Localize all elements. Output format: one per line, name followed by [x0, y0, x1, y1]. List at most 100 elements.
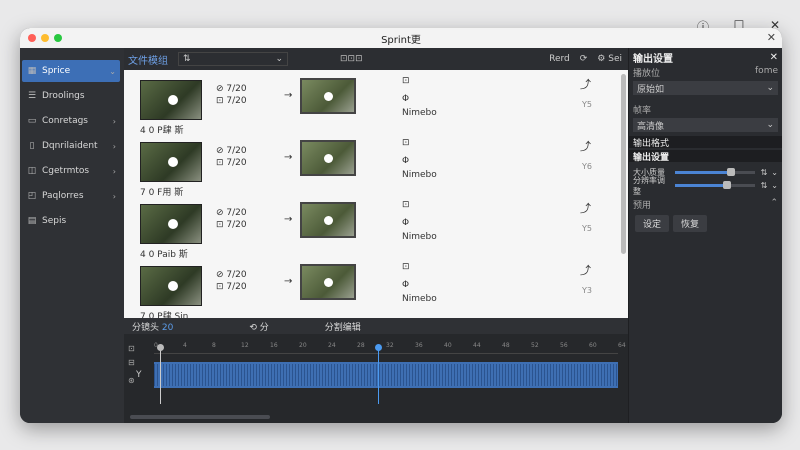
sub-label: 播放位	[633, 69, 661, 79]
presets-header: 预用 ⌃	[629, 198, 782, 211]
share-icon[interactable]: ⤴	[580, 200, 591, 216]
slider-knob[interactable]	[722, 181, 731, 189]
ruler-tick: 4	[183, 342, 187, 349]
traffic-lights	[28, 34, 62, 42]
timeline-scrollbar[interactable]	[130, 415, 270, 419]
list-item[interactable]: 4 0 Paib 斯 ⊘ 7/20 ⊡ 7/20 → ⊡ Φ Nimebo ⤴ …	[124, 198, 614, 260]
play-icon	[324, 278, 333, 287]
in-point-marker[interactable]	[157, 344, 164, 404]
sidebar-item-1[interactable]: ☰ Droolings	[22, 85, 120, 107]
chevron-down-icon[interactable]: ⌄	[771, 168, 778, 177]
refresh-icon[interactable]: ⟳	[580, 54, 588, 64]
ruler-tick: 16	[270, 342, 278, 349]
source-thumbnail[interactable]	[140, 142, 202, 182]
preset-buttons: 设定 恢复	[629, 215, 782, 232]
dropdown-value: 高清像	[637, 121, 665, 132]
chevron-up-icon[interactable]: ⌃	[770, 198, 778, 211]
sort-dropdown[interactable]: ⇅ ⌄	[178, 52, 288, 66]
source-thumbnail[interactable]	[140, 266, 202, 306]
format-dropdown[interactable]: 原始如 ⌄	[633, 81, 778, 95]
sliders-icon: ⇅	[760, 168, 768, 177]
ruler-tick: 64	[618, 342, 626, 349]
audio-icon: ⊛	[128, 376, 135, 385]
list-scrollbar[interactable]	[621, 74, 626, 254]
toolbar-button-1[interactable]: Rerd	[549, 54, 570, 64]
timeline-ruler[interactable]: 0 4 8 12 16 20 24 28 32 36 40 44 48 52 56 60 64	[154, 342, 626, 354]
list-item[interactable]: 7 0 P肆 Sin ⊘ 7/20 ⊡ 7/20 → ⊡ Φ Nimebo ⤴ …	[124, 260, 614, 318]
row-info-2: ⊡ 7/20	[216, 96, 247, 106]
row-caption: 4 0 P肆 斯	[140, 126, 184, 136]
section-title: 输出设置	[633, 152, 670, 163]
sidebar-item-4[interactable]: ◫ Cgetrmtos ›	[22, 160, 120, 182]
chevron-down-icon[interactable]: ⌄	[771, 181, 778, 190]
play-icon	[168, 95, 178, 105]
sidebar-item-2[interactable]: ▭ Conretags ›	[22, 110, 120, 132]
row-right-text: Y5	[582, 100, 592, 109]
row-mid-bot: Nimebo	[402, 108, 437, 118]
sidebar-item-label: Sepis	[42, 216, 67, 226]
list-item[interactable]: 4 0 P肆 斯 ⊘ 7/20 ⊡ 7/20 → ⊡ Φ Nimebo ⤴ Y5	[124, 74, 614, 136]
toolbar-label: ⊡⊡⊡	[340, 54, 363, 64]
tab-storyboard[interactable]: 分镜头 20	[124, 320, 181, 333]
tab-label: 分镜头	[132, 322, 160, 333]
zoom-dot-icon[interactable]	[54, 34, 62, 42]
row-mid-mid: Φ	[402, 94, 410, 104]
row-mid-mid: Φ	[402, 156, 410, 166]
sidebar-item-label: Paqlorres	[42, 191, 84, 201]
reset-button[interactable]: 恢复	[673, 215, 708, 232]
waveform	[154, 364, 618, 386]
sidebar-item-label: Conretags	[42, 116, 88, 126]
share-icon[interactable]: ⤴	[580, 262, 591, 278]
grid-icon: ▦	[27, 66, 37, 76]
media-list: 4 0 P肆 斯 ⊘ 7/20 ⊡ 7/20 → ⊡ Φ Nimebo ⤴ Y5…	[124, 70, 628, 318]
sort-value: ⇅	[183, 54, 191, 64]
audio-track[interactable]: Y	[136, 362, 618, 388]
panel-title: 输出设置	[633, 53, 673, 65]
slider-fill	[675, 171, 731, 174]
app-window: Sprint更 ✕ ▦ Sprice ⌄ ☰ Droolings ▭ Conre…	[20, 28, 782, 423]
output-thumbnail[interactable]	[300, 78, 356, 114]
section-bar-1: 输出格式	[629, 136, 782, 149]
toolbar-settings[interactable]: ⚙ Sei	[597, 54, 622, 64]
quality-slider[interactable]	[675, 168, 755, 176]
toolbar-title: 文件模组	[128, 55, 168, 67]
playhead[interactable]	[375, 344, 382, 404]
output-thumbnail[interactable]	[300, 202, 356, 238]
close-dot-icon[interactable]	[28, 34, 36, 42]
sidebar-item-5[interactable]: ◰ Paqlorres ›	[22, 185, 120, 207]
slider-fill	[675, 184, 727, 187]
main-toolbar: 文件模组 ⇅ ⌄ ⊡⊡⊡ Rerd ⟳ ⚙ Sei	[124, 48, 628, 70]
play-icon	[168, 219, 178, 229]
source-thumbnail[interactable]	[140, 204, 202, 244]
resolution-slider[interactable]	[675, 181, 755, 189]
set-button[interactable]: 设定	[635, 215, 670, 232]
output-thumbnail[interactable]	[300, 264, 356, 300]
slider-knob[interactable]	[726, 168, 735, 176]
row-info-2: ⊡ 7/20	[216, 158, 247, 168]
grid-small-icon: ▤	[27, 216, 37, 226]
tab-split-edit[interactable]: 分割编辑	[317, 320, 369, 333]
arrow-right-icon: →	[284, 90, 293, 101]
tab-split[interactable]: ⟲ 分	[241, 320, 276, 333]
row-info-1: ⊘ 7/20	[216, 84, 247, 94]
minimize-dot-icon[interactable]	[41, 34, 49, 42]
close-icon[interactable]: ✕	[770, 52, 778, 63]
playhead-knob[interactable]	[375, 344, 382, 351]
sidebar-item-0[interactable]: ▦ Sprice ⌄	[22, 60, 120, 82]
chevron-right-icon: ›	[112, 141, 116, 151]
share-icon[interactable]: ⤴	[580, 76, 591, 92]
close-icon[interactable]: ✕	[767, 31, 776, 44]
row-mid-bot: Nimebo	[402, 170, 437, 180]
list-item[interactable]: 7 0 F用 斯 ⊘ 7/20 ⊡ 7/20 → ⊡ Φ Nimebo ⤴ Y6	[124, 136, 614, 198]
sidebar-item-3[interactable]: ▯ Dqnrilaident ›	[22, 135, 120, 157]
row-info-1: ⊘ 7/20	[216, 146, 247, 156]
chevron-down-icon: ⌄	[766, 120, 774, 130]
ruler-tick: 12	[241, 342, 249, 349]
ruler-tick: 24	[328, 342, 336, 349]
output-thumbnail[interactable]	[300, 140, 356, 176]
framerate-dropdown[interactable]: 高清像 ⌄	[633, 118, 778, 132]
source-thumbnail[interactable]	[140, 80, 202, 120]
share-icon[interactable]: ⤴	[580, 138, 591, 154]
sidebar-item-6[interactable]: ▤ Sepis	[22, 210, 120, 232]
marker-knob[interactable]	[157, 344, 164, 351]
